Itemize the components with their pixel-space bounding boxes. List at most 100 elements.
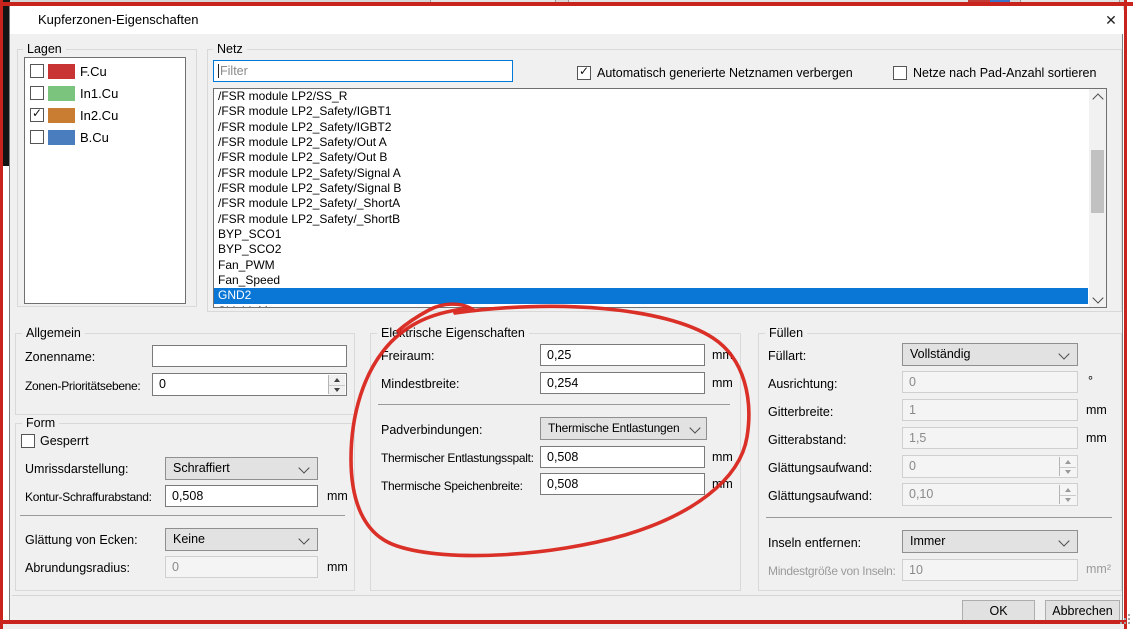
- layer-checkbox-bcu[interactable]: [30, 130, 44, 144]
- hide-auto-nets-label[interactable]: Automatisch generierte Netznamen verberg…: [597, 65, 853, 81]
- min-width-input[interactable]: 0,254: [540, 372, 705, 394]
- remove-islands-dropdown[interactable]: Immer: [902, 530, 1078, 553]
- zone-priority-spinner[interactable]: [328, 375, 345, 394]
- annotation-line-top: [0, 2, 1133, 6]
- annotation-line-left: [0, 0, 3, 629]
- hatch-pitch-unit: mm: [327, 488, 348, 504]
- net-list-item[interactable]: /FSR module LP2_Safety/_ShortB: [214, 212, 1088, 227]
- text-caret: [218, 64, 219, 78]
- min-width-label: Mindestbreite:: [381, 376, 460, 392]
- net-list-item[interactable]: /FSR module LP2_Safety/Signal B: [214, 181, 1088, 196]
- resize-grip[interactable]: [1128, 622, 1130, 624]
- hatch-pitch-label: Kontur-Schraffurabstand:: [25, 489, 152, 505]
- hatch-width-label: Gitterbreite:: [768, 404, 833, 420]
- electrical-group-label: Elektrische Eigenschaften: [377, 326, 529, 340]
- hide-auto-nets-checkbox[interactable]: ✓: [577, 66, 591, 80]
- clearance-input[interactable]: 0,25: [540, 344, 705, 366]
- zone-name-label: Zonenname:: [25, 349, 95, 365]
- spin-up-button[interactable]: [329, 375, 345, 385]
- pad-connection-dropdown[interactable]: Thermische Entlastungen: [540, 417, 707, 440]
- close-icon[interactable]: ✕: [1100, 10, 1122, 30]
- divider: [766, 517, 1112, 518]
- chevron-down-icon: [298, 462, 309, 473]
- net-list-item[interactable]: /FSR module LP2_Safety/Signal A: [214, 166, 1088, 181]
- filter-placeholder: Filter: [220, 64, 248, 78]
- layer-row-fcu[interactable]: F.Cu: [24, 63, 184, 85]
- net-list-item[interactable]: BYP_SCO2: [214, 242, 1088, 257]
- net-list-item[interactable]: Fan_Speed: [214, 273, 1088, 288]
- scrollbar-up-button[interactable]: [1089, 89, 1106, 105]
- layer-checkbox-in1cu[interactable]: [30, 86, 44, 100]
- sort-by-pads-checkbox[interactable]: [893, 66, 907, 80]
- chevron-down-icon: [689, 422, 700, 433]
- hatch-gap-input: 1,5: [902, 427, 1078, 449]
- divider: [378, 404, 730, 405]
- layer-row-in1cu[interactable]: In1.Cu: [24, 85, 184, 107]
- hatch-width-unit: mm: [1086, 402, 1107, 418]
- spin-up-button[interactable]: [1060, 457, 1076, 467]
- thermal-spoke-label: Thermische Speichenbreite:: [381, 478, 523, 494]
- dialog-title: Kupferzonen-Eigenschaften: [38, 12, 198, 27]
- screenshot-page: Kupferzonen-Eigenschaften ✕ Lagen F.Cu I…: [0, 0, 1133, 629]
- smoothing-amount-spinner[interactable]: [1059, 485, 1076, 504]
- clearance-label: Freiraum:: [381, 348, 434, 364]
- smoothing-effort-spinner[interactable]: [1059, 457, 1076, 476]
- locked-checkbox[interactable]: [21, 434, 35, 448]
- net-group-label: Netz: [213, 42, 247, 56]
- net-list-item-clipped[interactable]: Shield_M: [214, 304, 1088, 307]
- net-list-item[interactable]: /FSR module LP2_Safety/_ShortA: [214, 196, 1088, 211]
- cancel-button[interactable]: Abbrechen: [1045, 600, 1120, 622]
- locked-label[interactable]: Gesperrt: [40, 433, 89, 449]
- smoothing-amount-label: Glättungsaufwand:: [768, 488, 872, 504]
- thermal-spoke-input[interactable]: 0,508: [540, 473, 705, 495]
- net-list-item[interactable]: /FSR module LP2_Safety/Out B: [214, 150, 1088, 165]
- layer-checkbox-in2cu-checked[interactable]: ✓: [30, 108, 44, 122]
- orientation-label: Ausrichtung:: [768, 376, 837, 392]
- smoothing-effort-input: 0: [902, 455, 1078, 478]
- scrollbar-thumb[interactable]: [1091, 150, 1104, 213]
- corner-radius-input: 0: [165, 556, 318, 578]
- corner-smoothing-dropdown[interactable]: Keine: [165, 528, 318, 551]
- hatch-pitch-input[interactable]: 0,508: [165, 485, 318, 507]
- net-list-item[interactable]: /FSR module LP2_Safety/Out A: [214, 135, 1088, 150]
- thermal-spoke-unit: mm: [712, 476, 733, 492]
- zone-name-input[interactable]: [152, 345, 347, 367]
- outline-display-dropdown[interactable]: Schraffiert: [165, 457, 318, 480]
- thermal-gap-input[interactable]: 0,508: [540, 446, 705, 468]
- spin-down-button[interactable]: [329, 385, 345, 396]
- layer-row-bcu[interactable]: B.Cu: [24, 129, 184, 151]
- min-island-size-label: Mindestgröße von Inseln:: [768, 563, 896, 579]
- spin-down-button[interactable]: [1060, 467, 1076, 478]
- chevron-down-icon: [1058, 348, 1069, 359]
- annotation-line-bottom: [0, 620, 1127, 624]
- net-list-item[interactable]: /FSR module LP2_Safety/IGBT1: [214, 104, 1088, 119]
- chevron-down-icon: [298, 533, 309, 544]
- zone-priority-input[interactable]: 0: [152, 373, 347, 396]
- hatch-width-input: 1: [902, 399, 1078, 421]
- net-list-item[interactable]: /FSR module LP2/SS_R: [214, 89, 1088, 104]
- layer-checkbox-fcu[interactable]: [30, 64, 44, 78]
- corner-radius-unit: mm: [327, 559, 348, 575]
- ok-button[interactable]: OK: [962, 600, 1035, 622]
- background-margin: [1127, 0, 1133, 629]
- spin-down-button[interactable]: [1060, 495, 1076, 506]
- net-list-item[interactable]: BYP_SCO1: [214, 227, 1088, 242]
- thermal-gap-unit: mm: [712, 449, 733, 465]
- net-list-item[interactable]: Fan_PWM: [214, 258, 1088, 273]
- hatch-gap-label: Gitterabstand:: [768, 432, 847, 448]
- net-filter-input[interactable]: Filter: [213, 60, 513, 82]
- remove-islands-label: Inseln entfernen:: [768, 535, 861, 551]
- net-list-item[interactable]: /FSR module LP2_Safety/IGBT2: [214, 120, 1088, 135]
- layer-row-in2cu[interactable]: ✓ In2.Cu: [24, 107, 184, 129]
- net-list-item-selected[interactable]: GND2: [214, 288, 1088, 303]
- thermal-gap-label: Thermischer Entlastungsspalt:: [381, 450, 534, 466]
- layers-group-label: Lagen: [23, 42, 66, 56]
- spin-up-button[interactable]: [1060, 485, 1076, 495]
- fill-type-label: Füllart:: [768, 348, 806, 364]
- layer-color-swatch: [48, 130, 75, 145]
- scrollbar-down-button[interactable]: [1089, 291, 1106, 307]
- fill-type-dropdown[interactable]: Vollständig: [902, 343, 1078, 366]
- smoothing-effort-label: Glättungsaufwand:: [768, 460, 872, 476]
- sort-by-pads-label[interactable]: Netze nach Pad-Anzahl sortieren: [913, 65, 1096, 81]
- shape-group-label: Form: [22, 416, 59, 430]
